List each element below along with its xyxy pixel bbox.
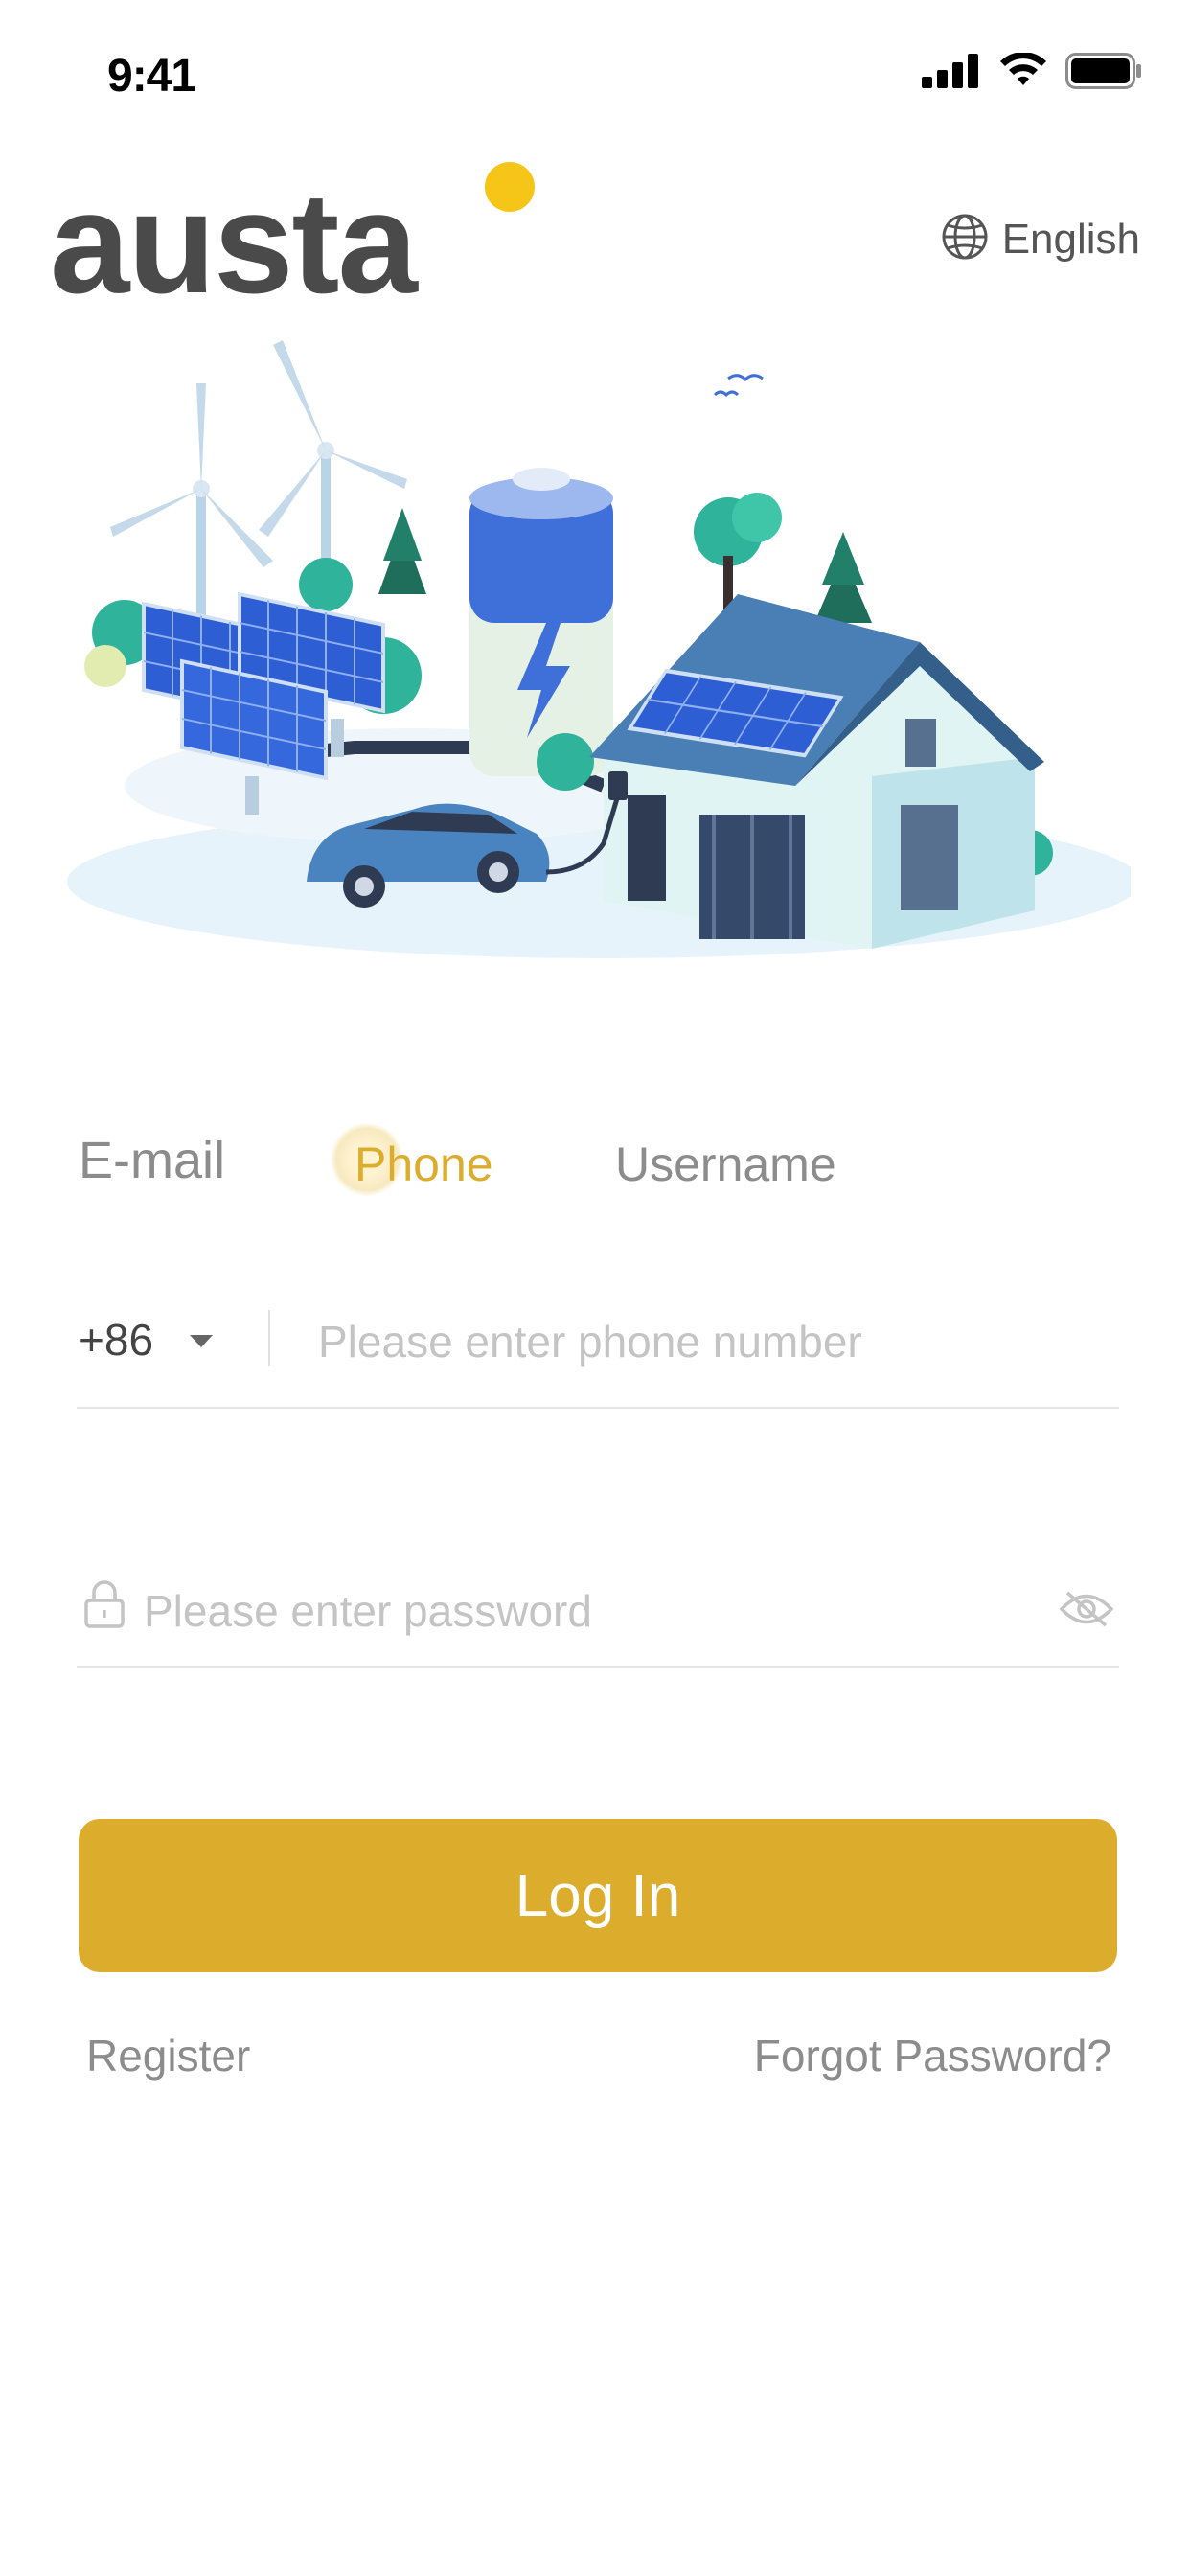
field-divider — [268, 1310, 270, 1366]
globe-icon — [941, 213, 989, 265]
status-icons — [922, 52, 1142, 94]
language-label: English — [1001, 215, 1140, 263]
forgot-password-link[interactable]: Forgot Password? — [754, 2030, 1111, 2082]
phone-field-row: +86 — [77, 1299, 1119, 1409]
tab-email[interactable]: E-mail — [79, 1131, 225, 1190]
password-input[interactable] — [144, 1577, 1006, 1644]
status-time: 9:41 — [107, 51, 196, 102]
wifi-icon — [998, 52, 1048, 94]
phone-number-input[interactable] — [318, 1308, 1104, 1375]
lock-icon — [82, 1579, 126, 1634]
register-link[interactable]: Register — [86, 2030, 250, 2082]
battery-icon — [1065, 53, 1142, 94]
login-method-tabs: E-mail Phone Username — [79, 1123, 1113, 1208]
country-code-selector[interactable]: +86 — [79, 1314, 153, 1366]
caret-down-icon[interactable] — [190, 1335, 213, 1347]
language-selector[interactable]: English — [941, 213, 1140, 265]
login-button[interactable]: Log In — [79, 1819, 1117, 1972]
brand-logo: austa — [50, 158, 548, 323]
hero-illustration — [67, 335, 1140, 978]
svg-text:austa: austa — [50, 162, 419, 302]
password-field-row — [77, 1552, 1119, 1668]
tab-username[interactable]: Username — [615, 1137, 836, 1192]
tab-phone[interactable]: Phone — [355, 1137, 493, 1192]
signal-icon — [922, 54, 981, 93]
eye-off-icon[interactable] — [1058, 1587, 1115, 1636]
status-bar: 9:41 — [0, 0, 1190, 144]
